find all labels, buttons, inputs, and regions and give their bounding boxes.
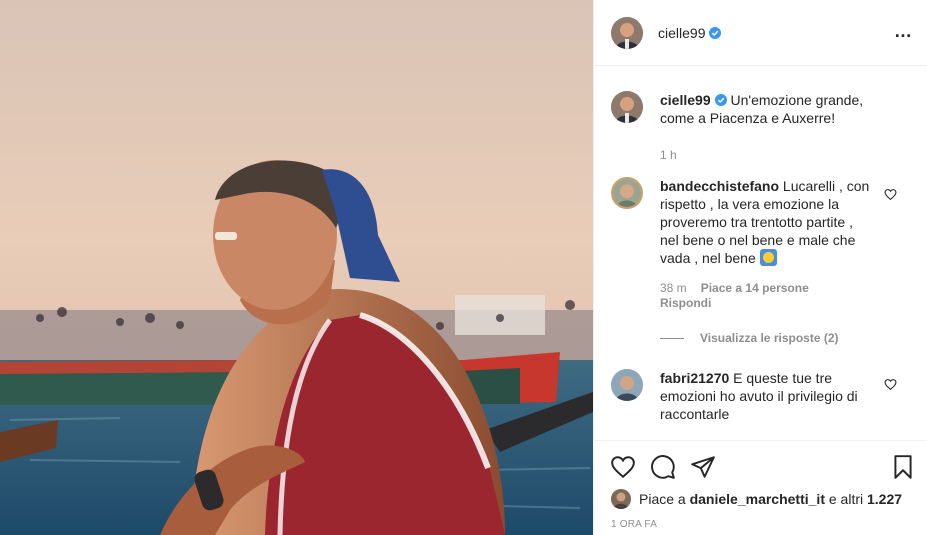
replies-divider xyxy=(660,337,684,339)
comment-like-heart-icon[interactable] xyxy=(884,378,897,391)
post-header: cielle99 … xyxy=(594,0,927,66)
verified-badge-icon xyxy=(714,94,727,106)
comments-list[interactable]: cielle99 Un'emozione grande, come a Piac… xyxy=(594,67,927,440)
comment-row: bandecchistefano Lucarelli , con rispett… xyxy=(611,177,875,310)
more-options-icon[interactable]: … xyxy=(894,22,913,40)
post-time[interactable]: 1 ORA FA xyxy=(611,519,657,530)
share-paper-plane-icon[interactable] xyxy=(690,454,716,480)
comment-time[interactable]: 38 m xyxy=(660,281,687,295)
caption-username[interactable]: cielle99 xyxy=(660,92,711,108)
author-username[interactable]: cielle99 xyxy=(658,25,722,41)
comment-row: fabri21270 E queste tue tre emozioni ho … xyxy=(611,369,875,423)
like-heart-icon[interactable] xyxy=(610,454,636,480)
post-actions: Piace a daniele_marchetti_it e altri 1.2… xyxy=(594,440,927,535)
likes-count[interactable]: 1.227 xyxy=(867,491,902,507)
view-replies-button[interactable]: Visualizza le risposte (2) xyxy=(660,331,839,345)
comment-likes[interactable]: Piace a 14 persone xyxy=(701,281,809,295)
author-avatar[interactable] xyxy=(611,91,643,123)
comment-username[interactable]: bandecchistefano xyxy=(660,178,779,194)
reply-button[interactable]: Rispondi xyxy=(660,296,711,310)
caption-row: cielle99 Un'emozione grande, come a Piac… xyxy=(611,91,890,162)
comment-username[interactable]: fabri21270 xyxy=(660,370,729,386)
liker-avatar xyxy=(611,489,631,509)
post-photo[interactable] xyxy=(0,0,593,535)
comment-like-heart-icon[interactable] xyxy=(884,188,897,201)
likes-suffix: e altri xyxy=(828,491,864,507)
liked-by-username[interactable]: daniele_marchetti_it xyxy=(690,491,825,507)
save-bookmark-icon[interactable] xyxy=(890,454,916,480)
commenter-avatar[interactable] xyxy=(611,177,643,209)
commenter-avatar[interactable] xyxy=(611,369,643,401)
comment-bubble-icon[interactable] xyxy=(650,454,676,480)
author-avatar[interactable] xyxy=(611,16,643,49)
caption-time[interactable]: 1 h xyxy=(660,148,677,162)
likes-summary[interactable]: Piace a daniele_marchetti_it e altri 1.2… xyxy=(611,489,902,509)
post-sidebar: cielle99 … cielle99 Un'emozione grande, … xyxy=(593,0,927,535)
grinning-emoji-icon xyxy=(759,249,777,266)
verified-badge-icon xyxy=(709,26,722,39)
likes-prefix: Piace a xyxy=(639,491,686,507)
